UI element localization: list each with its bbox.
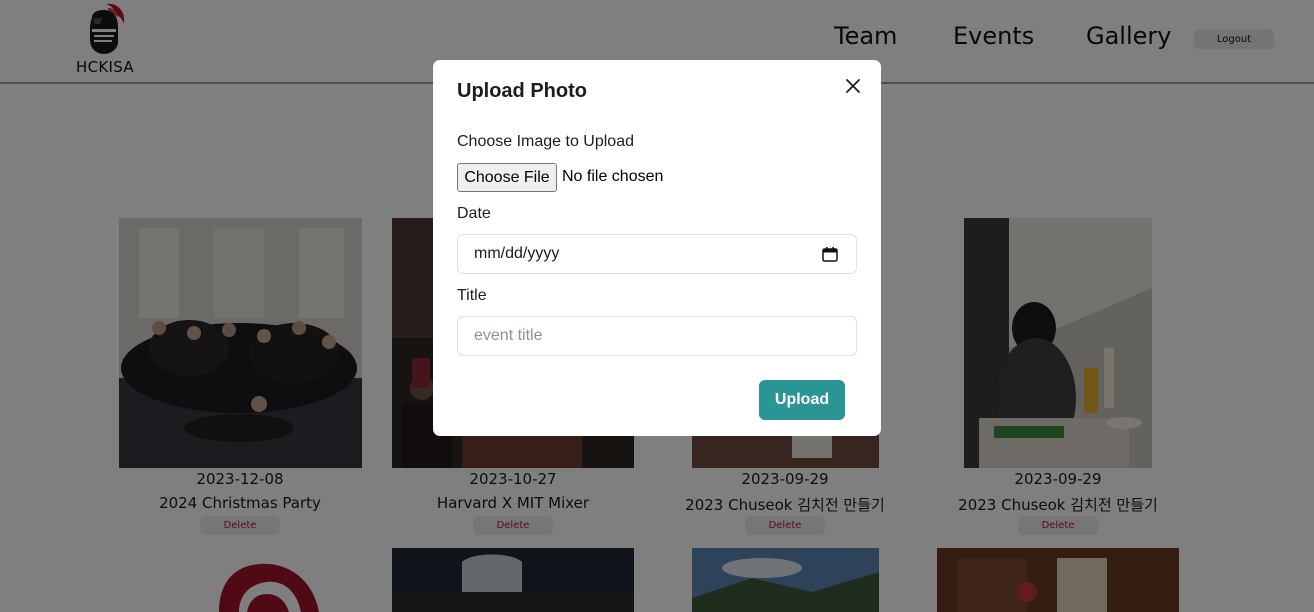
modal-title: Upload Photo [457, 80, 587, 102]
date-label: Date [457, 205, 491, 222]
close-button[interactable] [841, 74, 865, 98]
file-status-text: No file chosen [562, 168, 664, 185]
event-title-input[interactable] [457, 316, 857, 356]
calendar-icon[interactable] [822, 246, 838, 262]
title-label: Title [457, 287, 487, 304]
date-input[interactable]: mm/dd/yyyy [457, 234, 857, 274]
choose-file-button[interactable]: Choose File [457, 163, 557, 192]
close-icon [846, 79, 860, 93]
date-input-value: mm/dd/yyyy [474, 245, 560, 262]
image-label: Choose Image to Upload [457, 133, 634, 150]
upload-photo-modal: Upload Photo Choose Image to Upload Choo… [433, 60, 881, 436]
upload-button[interactable]: Upload [759, 380, 845, 420]
